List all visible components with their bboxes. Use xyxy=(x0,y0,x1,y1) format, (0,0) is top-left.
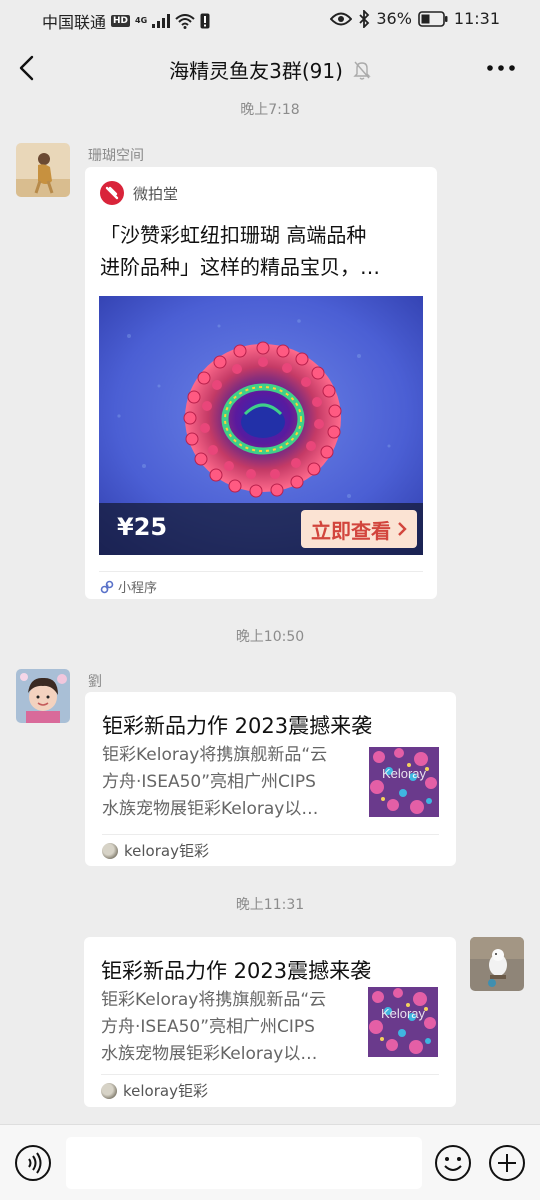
message-timestamp: 晚上10:50 xyxy=(235,629,305,645)
article-card-outgoing[interactable]: 钜彩新品力作 2023震撼来袭 钜彩Keloray将携旗舰新品“云 方舟·ISE… xyxy=(84,937,456,1107)
article-description: 钜彩Keloray将携旗舰新品“云 方舟·ISEA50”亮相广州CIPS 水族宠… xyxy=(102,742,352,823)
sender-name: 珊瑚空间 xyxy=(88,148,144,164)
clock: 11:31 xyxy=(453,9,500,28)
message-input[interactable] xyxy=(66,1137,422,1189)
mini-program-title: 「沙赞彩虹纽扣珊瑚 高端品种 进阶品种」这样的精品宝贝，… xyxy=(100,219,422,283)
battery-percent: 36% xyxy=(376,9,412,28)
article-thumbnail: Keloray xyxy=(369,747,439,817)
message-input-bar xyxy=(0,1124,540,1200)
wifi-icon xyxy=(175,13,195,29)
view-now-label: 立即查看 xyxy=(311,518,391,543)
article-source-name: keloray钜彩 xyxy=(123,1082,208,1100)
chevron-right-icon xyxy=(398,522,407,536)
article-description-line: 水族宠物展钜彩Keloray以… xyxy=(102,799,319,819)
bell-off-icon xyxy=(353,61,371,80)
mini-program-label: 小程序 xyxy=(118,581,158,596)
mini-program-brand: 微拍堂 xyxy=(100,181,178,205)
keloray-source-icon xyxy=(102,842,118,859)
article-source: keloray钜彩 xyxy=(102,840,209,861)
mini-program-card[interactable]: 微拍堂 「沙赞彩虹纽扣珊瑚 高端品种 进阶品种」这样的精品宝贝，… ¥25 立即… xyxy=(85,167,437,599)
chat-title-container: 海精灵鱼友3群(91) xyxy=(0,55,540,84)
article-description: 钜彩Keloray将携旗舰新品“云 方舟·ISEA50”亮相广州CIPS 水族宠… xyxy=(101,987,351,1068)
coral-product-image: ¥25 立即查看 xyxy=(99,296,423,555)
product-price: ¥25 xyxy=(117,513,168,541)
my-avatar[interactable] xyxy=(470,937,524,991)
carrier-label: 中国联通 xyxy=(42,13,107,32)
status-left: 中国联通 HD 4G xyxy=(42,9,210,33)
article-description-line: 钜彩Keloray将携旗舰新品“云 xyxy=(101,990,327,1010)
weipaitang-logo-icon xyxy=(100,181,124,205)
emoji-icon[interactable] xyxy=(434,1144,472,1182)
plus-icon[interactable] xyxy=(488,1144,526,1182)
article-description-line: 水族宠物展钜彩Keloray以… xyxy=(101,1044,318,1064)
alert-icon xyxy=(200,13,210,29)
message-timestamp: 晚上11:31 xyxy=(235,897,305,913)
status-right: 36% 11:31 xyxy=(330,9,500,28)
mini-program-app-name: 微拍堂 xyxy=(133,184,179,203)
voice-icon[interactable] xyxy=(14,1144,52,1182)
chat-title: 海精灵鱼友3群(91) xyxy=(169,59,343,83)
avatar[interactable] xyxy=(16,669,70,723)
eye-icon xyxy=(330,12,353,25)
sender-name: 劉 xyxy=(88,674,102,690)
card-divider xyxy=(101,1074,439,1075)
price-bar: ¥25 立即查看 xyxy=(99,503,423,555)
status-bar: 中国联通 HD 4G 36% 11:31 xyxy=(0,0,540,38)
hd-badge: HD xyxy=(111,15,131,27)
view-now-button[interactable]: 立即查看 xyxy=(301,510,417,548)
mini-program-title-line: 进阶品种」这样的精品宝贝，… xyxy=(100,255,380,279)
article-description-line: 方舟·ISEA50”亮相广州CIPS xyxy=(101,1017,315,1037)
network-label: 4G xyxy=(135,16,148,25)
signal-icon xyxy=(152,14,171,28)
card-divider xyxy=(102,834,439,835)
article-title: 钜彩新品力作 2023震撼来袭 xyxy=(101,959,372,983)
thumbnail-text: Keloray xyxy=(382,766,427,781)
mini-program-icon xyxy=(100,580,114,593)
article-source: keloray钜彩 xyxy=(101,1080,208,1101)
article-description-line: 钜彩Keloray将携旗舰新品“云 xyxy=(102,745,328,765)
thumbnail-text: Keloray xyxy=(381,1006,426,1021)
article-description-line: 方舟·ISEA50”亮相广州CIPS xyxy=(102,772,316,792)
bluetooth-icon xyxy=(359,9,370,28)
article-source-name: keloray钜彩 xyxy=(124,842,209,860)
avatar[interactable] xyxy=(16,143,70,197)
card-divider xyxy=(99,571,423,572)
article-title: 钜彩新品力作 2023震撼来袭 xyxy=(102,714,373,738)
mini-program-footer: 小程序 xyxy=(100,577,157,596)
more-dots-icon[interactable] xyxy=(484,50,518,86)
chat-screen: 中国联通 HD 4G 36% 11:31 海精灵鱼友3群(91) 晚上7:18 … xyxy=(0,0,540,1200)
chat-nav-bar: 海精灵鱼友3群(91) xyxy=(0,38,540,100)
article-thumbnail: Keloray xyxy=(368,987,438,1057)
mini-program-title-line: 「沙赞彩虹纽扣珊瑚 高端品种 xyxy=(100,223,367,247)
message-timestamp: 晚上7:18 xyxy=(240,102,300,118)
keloray-source-icon xyxy=(101,1082,117,1099)
article-card[interactable]: 钜彩新品力作 2023震撼来袭 钜彩Keloray将携旗舰新品“云 方舟·ISE… xyxy=(85,692,456,866)
battery-icon xyxy=(418,10,448,27)
